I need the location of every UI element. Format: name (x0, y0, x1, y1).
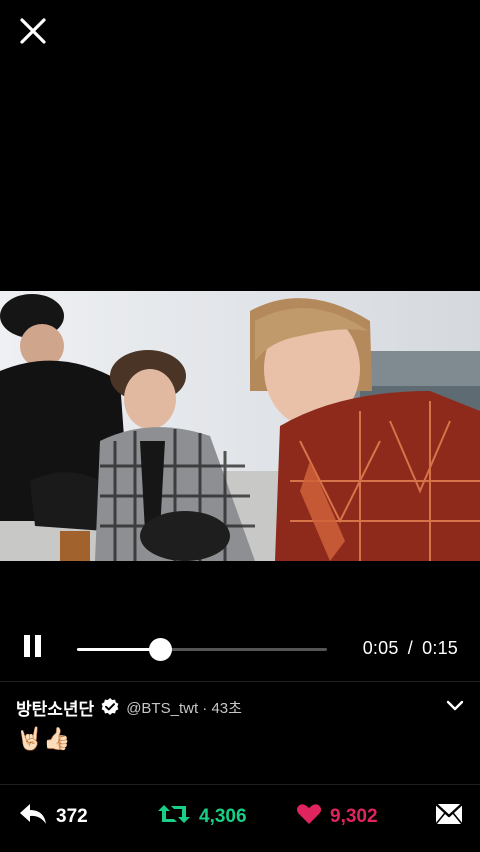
like-count: 9,302 (330, 805, 378, 827)
progress-bar-fill (77, 648, 161, 651)
handle-line: @BTS_twt · 43초 (126, 697, 242, 718)
tweet-menu-button[interactable] (444, 697, 466, 719)
pause-icon (23, 634, 43, 663)
divider (0, 681, 480, 682)
divider (0, 784, 480, 785)
retweet-icon (157, 802, 191, 831)
display-name[interactable]: 방탄소년단 (16, 695, 94, 720)
action-bar: 372 4,306 9,302 (0, 798, 480, 840)
reply-button[interactable]: 372 (18, 802, 88, 831)
time-separator: / (407, 638, 413, 658)
envelope-icon (435, 802, 463, 831)
retweet-count: 4,306 (199, 805, 247, 827)
retweet-button[interactable]: 4,306 (157, 802, 247, 831)
current-time: 0:05 (362, 638, 399, 658)
video-frame[interactable] (0, 291, 480, 561)
heart-icon (296, 802, 322, 831)
progress-knob[interactable] (149, 638, 173, 661)
reply-count: 372 (56, 805, 88, 827)
like-button[interactable]: 9,302 (296, 802, 378, 831)
video-still-image (0, 291, 480, 561)
time-display: 0:05 / 0:15 (363, 638, 458, 659)
separator: · (202, 699, 208, 717)
tweet-text: 🤘🏻👍🏻 (16, 726, 71, 751)
close-icon (19, 17, 47, 50)
tweet-header: 방탄소년단 @BTS_twt · 43초 (16, 694, 242, 720)
duration: 0:15 (422, 638, 458, 658)
chevron-down-icon (446, 699, 464, 717)
time-ago: 43초 (211, 699, 242, 717)
close-button[interactable] (14, 14, 52, 52)
progress-bar[interactable] (77, 638, 327, 661)
player-controls: 0:05 / 0:15 (0, 624, 480, 674)
share-dm-button[interactable] (435, 802, 463, 831)
pause-button[interactable] (16, 631, 50, 665)
verified-badge-icon (100, 697, 120, 717)
reply-icon (18, 802, 48, 831)
handle[interactable]: @BTS_twt (126, 700, 198, 717)
